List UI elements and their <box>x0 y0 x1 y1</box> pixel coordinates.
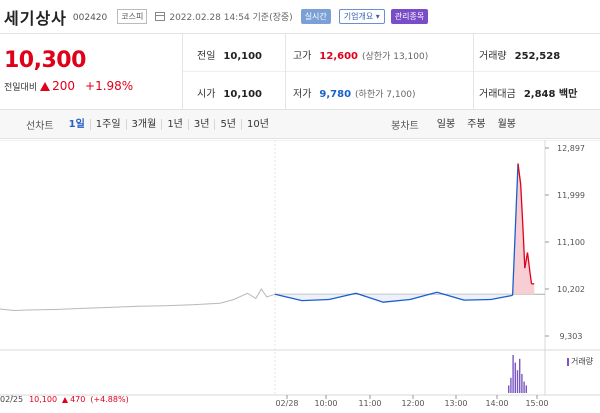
change-percent: +1.98% <box>85 79 134 93</box>
stock-code: 002420 <box>72 13 108 23</box>
stat-value: 9,780 <box>319 89 352 100</box>
stat-label: 전일 <box>197 51 216 62</box>
stat-label: 거래대금 <box>479 89 516 100</box>
y-tick-label: 11,999 <box>557 191 585 200</box>
company-overview-dropdown[interactable]: 기업개요 ▾ <box>338 9 385 24</box>
prev-change: 470 <box>70 395 86 404</box>
period-tab-6[interactable]: 10년 <box>242 119 274 130</box>
change-amount: 200 <box>52 79 76 93</box>
price-change-row: 전일대비 200 +1.98% <box>4 79 182 93</box>
stats-grid: 전일 10,100 고가 12,600 (상한가 13,100) 거래량 252… <box>183 34 600 109</box>
volume-bar <box>523 381 525 393</box>
today-series-segment <box>463 298 492 301</box>
x-tick-label: 13:00 <box>444 399 467 408</box>
stat-label: 고가 <box>293 51 312 62</box>
x-tick-label: 14:00 <box>485 399 508 408</box>
price-chart-svg[interactable]: 12,897 11,999 11,100 10,202 9,303 02/28 10:00 1… <box>0 140 600 413</box>
candle-chart-label: 봉차트 <box>391 120 419 132</box>
period-tab-2[interactable]: 3개월 <box>127 118 163 130</box>
today-series-area <box>275 163 535 303</box>
x-tick-label: 11:00 <box>358 399 381 408</box>
candle-tab-1[interactable]: 주봉 <box>461 119 491 130</box>
candle-tab-2[interactable]: 월봉 <box>492 119 522 130</box>
x-tick-label: 02/28 <box>275 399 298 408</box>
stat-high: 고가 12,600 (상한가 13,100) <box>293 47 428 62</box>
x-tick-label: 12:00 <box>401 399 424 408</box>
previous-day-info: 02/25 10,100 470 (+4.88%) <box>0 395 129 404</box>
y-tick-label: 12,897 <box>557 144 585 153</box>
prev-price: 10,100 <box>29 395 58 404</box>
stat-value: 10,100 <box>223 51 262 62</box>
up-arrow-icon <box>40 81 51 91</box>
stat-open: 시가 10,100 <box>197 85 262 100</box>
stat-prev-close: 전일 10,100 <box>197 47 262 62</box>
stat-low: 저가 9,780 (하한가 7,100) <box>293 85 416 100</box>
stock-title-bar: 세기상사 002420 코스피 2022.02.28 14:54 기준(장중) … <box>0 0 600 34</box>
stock-name: 세기상사 <box>4 8 67 28</box>
x-tick-label: 15:00 <box>525 399 548 408</box>
x-tick-label: 10:00 <box>314 399 337 408</box>
stat-value: 2,848 백만 <box>523 89 578 100</box>
volume-legend-label: 거래량 <box>571 357 594 366</box>
volume-bar <box>519 358 521 393</box>
stat-value: 252,528 <box>514 51 561 62</box>
realtime-button[interactable]: 실시간 <box>300 9 331 24</box>
stat-label: 저가 <box>293 89 312 100</box>
stats-column-divider <box>473 34 474 109</box>
y-tick-label: 10,202 <box>557 285 585 294</box>
line-chart-label: 선차트 <box>26 120 54 132</box>
volume-bar <box>512 355 514 393</box>
stat-value: 12,600 <box>319 51 358 62</box>
change-label: 전일대비 <box>4 82 38 93</box>
volume-bar <box>525 385 527 393</box>
stat-label: 시가 <box>197 89 216 100</box>
price-summary: 10,300 전일대비 200 +1.98% <box>0 34 183 109</box>
y-tick-label: 11,100 <box>557 238 585 247</box>
candle-tab-0[interactable]: 일봉 <box>431 119 461 130</box>
period-tab-0[interactable]: 1일 <box>64 118 91 130</box>
lower-limit: (하한가 7,100) <box>355 90 416 100</box>
stats-column-divider <box>285 34 286 109</box>
y-tick-label: 9,303 <box>560 332 583 341</box>
stat-turnover: 거래대금 2,848 백만 <box>479 85 577 100</box>
upper-limit: (상한가 13,100) <box>362 52 429 62</box>
price-chart[interactable]: 12,897 11,999 11,100 10,202 9,303 02/28 10:00 1… <box>0 140 600 413</box>
period-tab-3[interactable]: 1년 <box>162 118 189 130</box>
volume-bar <box>508 385 510 393</box>
period-tab-4[interactable]: 3년 <box>189 118 216 130</box>
chart-period-bar: 선차트 1일 1주일 3개월 1년 3년 5년 10년 봉차트 일봉 주봉 월봉 <box>0 109 600 139</box>
calendar-icon <box>155 12 166 21</box>
managed-stock-badge[interactable]: 관리종목 <box>390 9 429 24</box>
stats-divider <box>183 71 600 72</box>
volume-legend: 거래량 <box>567 356 593 367</box>
volume-bar <box>521 374 523 393</box>
up-arrow-icon <box>62 396 69 403</box>
volume-bar <box>514 362 516 393</box>
stat-volume: 거래량 252,528 <box>479 47 560 62</box>
volume-legend-swatch <box>567 357 569 366</box>
prev-date: 02/25 <box>0 395 24 404</box>
stat-value: 10,100 <box>223 89 262 100</box>
period-tab-1[interactable]: 1주일 <box>91 118 127 130</box>
candle-chart-periods: 봉차트 일봉 주봉 월봉 <box>391 117 522 132</box>
market-badge: 코스피 <box>117 9 148 24</box>
timestamp: 2022.02.28 14:54 기준(장중) <box>169 13 293 23</box>
prev-day-series-line <box>0 288 276 312</box>
stat-label: 거래량 <box>479 51 507 62</box>
period-tab-5[interactable]: 5년 <box>215 118 242 130</box>
volume-bar <box>510 377 512 393</box>
volume-bar <box>516 370 519 393</box>
prev-change-percent: (+4.88%) <box>90 395 129 404</box>
current-price: 10,300 <box>4 48 86 73</box>
line-chart-periods: 선차트 1일 1주일 3개월 1년 3년 5년 10년 <box>0 117 274 132</box>
